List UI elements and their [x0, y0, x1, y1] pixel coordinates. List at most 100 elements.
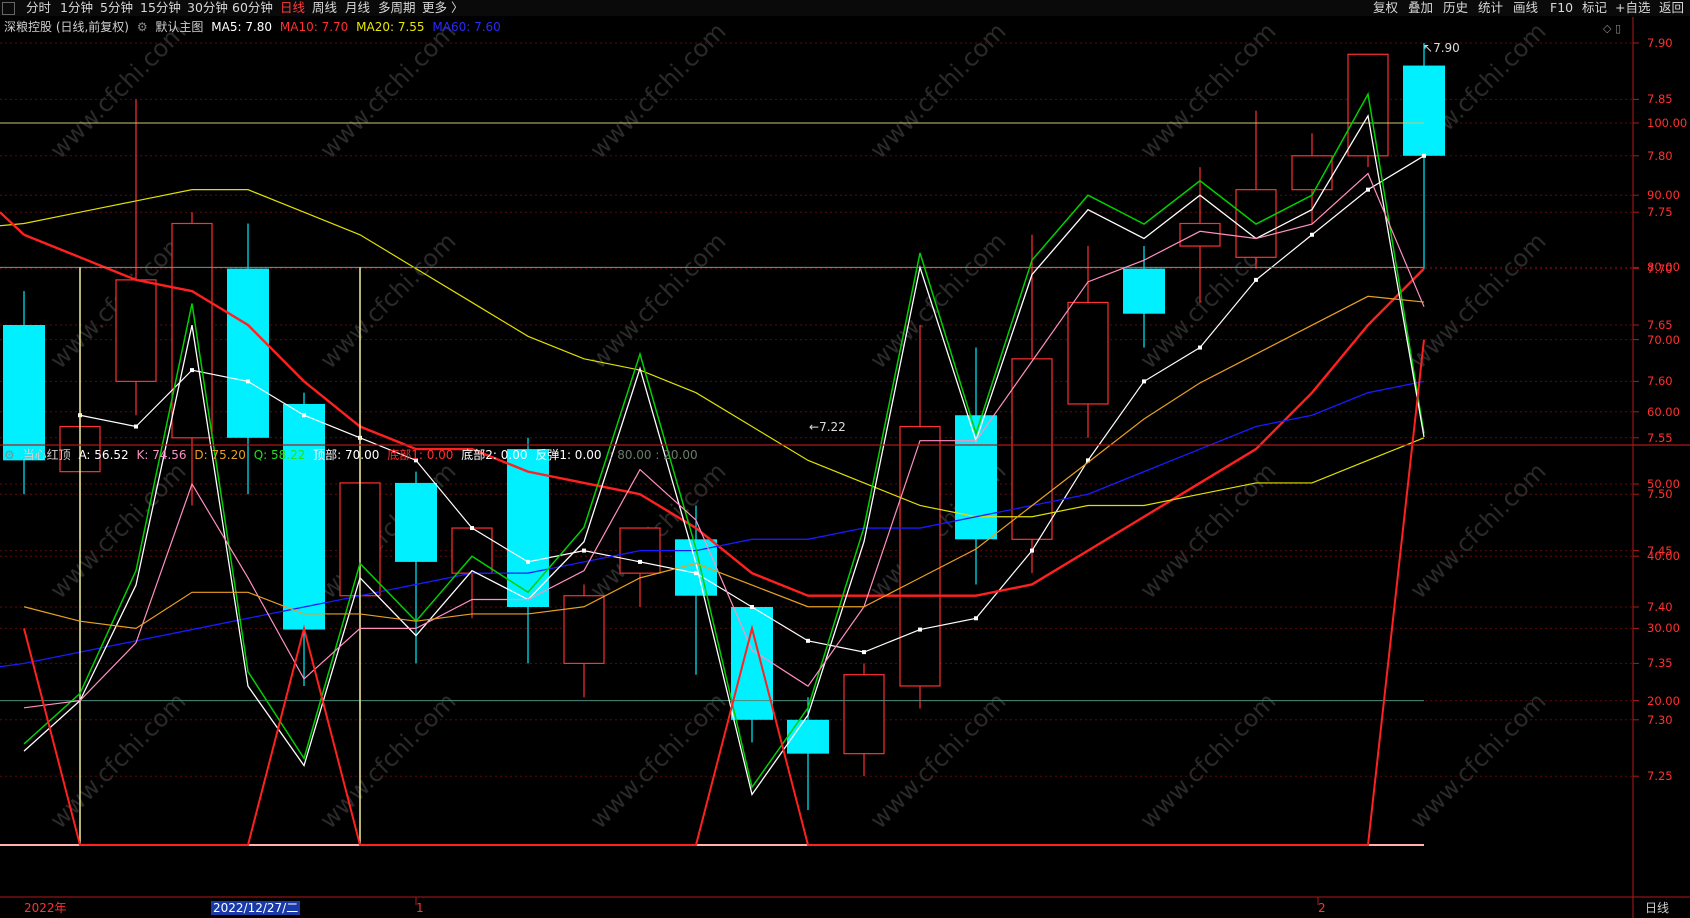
indicator-tick-label: 70.00 — [1647, 332, 1680, 347]
price-tick-label: 7.75 — [1647, 205, 1673, 220]
stock-name: 深粮控股 (日线,前复权) — [4, 20, 129, 34]
legend-d: D: 75.20 — [194, 448, 246, 462]
period-label[interactable]: 日线 — [1645, 901, 1669, 915]
candle-body-up — [115, 279, 157, 383]
watermark-text: www.cfchi.com — [864, 687, 1011, 834]
legend-bottom2: 底部2: 0.00 — [461, 448, 528, 462]
indicator-legend: ⚙ 当心红顶 A: 56.52 K: 74.56 D: 75.20 Q: 58.… — [4, 448, 702, 462]
candle-body-up — [171, 222, 213, 439]
watermark-text: www.cfchi.com — [584, 17, 731, 164]
indicator-line-q — [23, 91, 1425, 790]
watermark-text: www.cfchi.com — [1134, 17, 1281, 164]
watermark-text: www.cfchi.com — [44, 687, 191, 834]
watermark-text: www.cfchi.com — [864, 17, 1011, 164]
candle-body-down — [731, 607, 773, 720]
ma60-line-edge — [0, 662, 25, 668]
ma5-point — [750, 605, 754, 609]
ma5-point — [246, 379, 250, 384]
ma5-label: MA5: 7.80 — [211, 20, 273, 34]
ma5-point — [190, 368, 194, 373]
watermark-text: www.cfchi.com — [584, 227, 731, 374]
cursor-date-label: 2022/12/27/二 — [211, 901, 301, 915]
gear-icon[interactable]: ⚙ — [137, 20, 148, 34]
legend-k: K: 74.56 — [136, 448, 187, 462]
watermark-text: www.cfchi.com — [1404, 457, 1551, 604]
indicator-settings-icon[interactable]: ⚙ — [4, 448, 15, 462]
ma5-point — [302, 413, 306, 418]
candle-body-up — [563, 595, 605, 664]
ma5-point — [862, 650, 866, 655]
ma5-point — [1254, 277, 1258, 282]
indicator-tick-label: 80.00 — [1647, 260, 1680, 275]
price-tick-label: 7.65 — [1647, 318, 1673, 332]
price-tick-label: 7.40 — [1647, 600, 1673, 614]
ma5-point — [974, 616, 978, 621]
candle-body-up — [899, 425, 941, 687]
price-tick-label: 7.90 — [1647, 36, 1673, 50]
watermark-text: www.cfchi.com — [864, 227, 1011, 374]
candle-body-down — [395, 482, 437, 562]
price-tick-label: 7.80 — [1647, 148, 1673, 163]
indicator-tick-label: 60.00 — [1647, 404, 1680, 419]
candle-body-up — [1179, 222, 1221, 247]
ma20-label: MA20: 7.55 — [356, 20, 425, 34]
candle-body-up — [843, 674, 885, 755]
month-label-2: 2 — [1318, 901, 1326, 915]
high-price-label: ↖7.90 — [1423, 41, 1460, 55]
ma5-point — [638, 559, 642, 564]
ma5-point — [1366, 187, 1370, 192]
maximize-icon[interactable]: ◇ ▯ — [1603, 22, 1621, 36]
candle-body-up — [1067, 301, 1109, 405]
watermark-text: www.cfchi.com — [44, 457, 191, 604]
watermark-layer: www.cfchi.com www.cfchi.com www.cfchi.com w… — [44, 17, 1551, 834]
candle-body-down — [283, 403, 325, 630]
ma5-point — [1422, 153, 1426, 158]
legend-rebound: 反弹1: 0.00 — [535, 448, 602, 462]
price-tick-label: 7.30 — [1647, 712, 1673, 727]
indicator-tick-label: 50.00 — [1647, 477, 1680, 491]
price-tick-label: 7.55 — [1647, 430, 1673, 445]
watermark-text: www.cfchi.com — [314, 457, 461, 604]
legend-levels: : 80.00 : 20.00 — [609, 448, 698, 462]
watermark-text: www.cfchi.com — [314, 227, 461, 374]
legend-a: A: 56.52 — [78, 448, 129, 462]
watermark-text: www.cfchi.com — [314, 17, 461, 164]
ma5-point — [582, 548, 586, 553]
watermark-text: www.cfchi.com — [314, 687, 461, 834]
candle-body-up — [1291, 155, 1333, 191]
indicator-tick-label: 30.00 — [1647, 621, 1680, 636]
main-legend: 深粮控股 (日线,前复权) ⚙ 默认主图 MA5: 7.80 MA10: 7.7… — [4, 20, 505, 34]
ma5-point — [1198, 345, 1202, 350]
legend-bottom1: 底部1: 0.00 — [387, 448, 454, 462]
candle-body-up — [1011, 358, 1053, 540]
price-tick-label: 7.25 — [1647, 769, 1673, 784]
price-tick-label: 7.85 — [1647, 92, 1673, 107]
indicator-tick-label: 40.00 — [1647, 549, 1680, 564]
low-price-label: ←7.22 — [809, 420, 846, 434]
month-label-1: 1 — [416, 901, 424, 915]
ma5-point — [918, 627, 922, 632]
candle-body-up — [1347, 53, 1389, 157]
indicator-tick-label: 20.00 — [1647, 693, 1680, 708]
ma5-point — [470, 526, 474, 531]
indicator-name[interactable]: 当心红顶 — [23, 448, 71, 462]
ma5-point — [1142, 379, 1146, 384]
ma5-point — [1030, 548, 1034, 553]
ma10-label: MA10: 7.70 — [279, 20, 349, 34]
ma5-point — [526, 559, 530, 564]
price-tick-label: 7.35 — [1647, 656, 1673, 671]
price-tick-label: 7.60 — [1647, 374, 1673, 389]
watermark-text: www.cfchi.com — [584, 687, 731, 834]
legend-q: Q: 58.22 — [253, 448, 306, 462]
candle-body-down — [3, 325, 45, 461]
ma5-point — [134, 424, 138, 429]
watermark-text: www.cfchi.com — [1134, 687, 1281, 834]
template-name[interactable]: 默认主图 — [155, 20, 203, 34]
candle-body-down — [1123, 268, 1165, 314]
ma60-label: MA60: 7.60 — [432, 20, 501, 34]
year-label: 2022年 — [24, 901, 67, 915]
candle-body-down — [227, 268, 269, 438]
candle-body-up — [451, 527, 493, 574]
ma5-point — [1310, 232, 1314, 237]
legend-top: 顶部: 70.00 — [313, 448, 380, 462]
